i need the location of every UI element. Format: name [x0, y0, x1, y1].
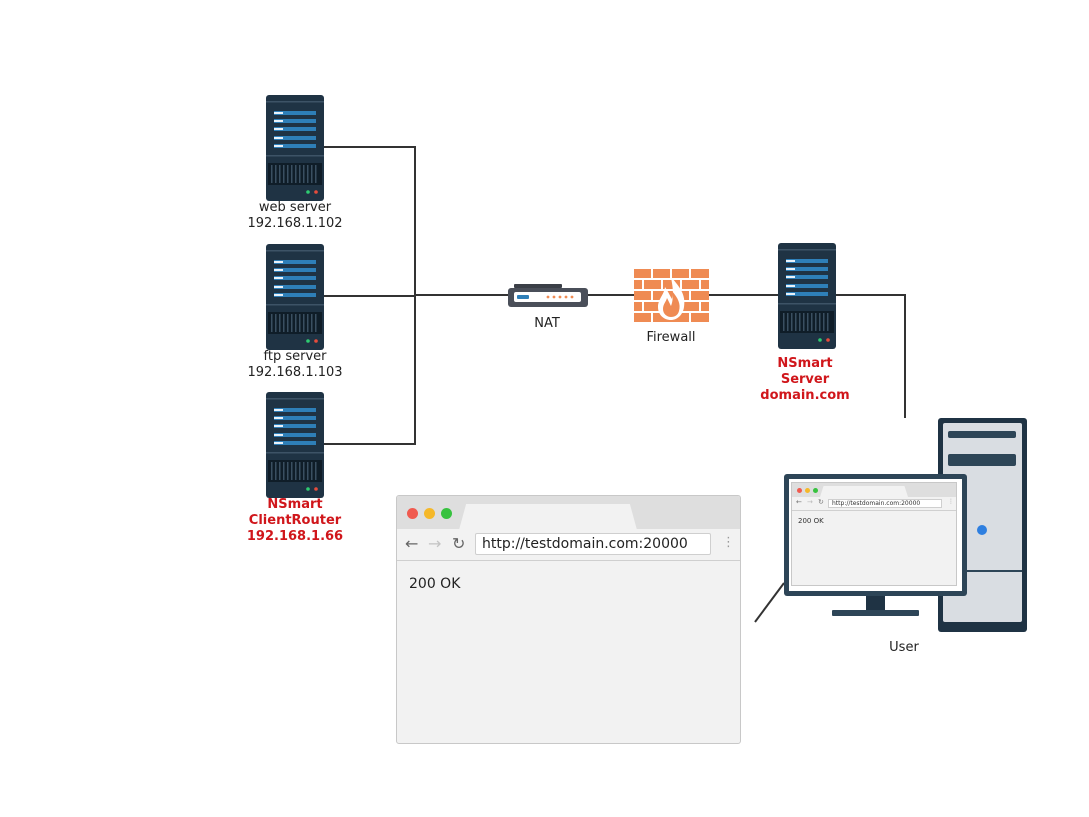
nsmart-server-icon [778, 243, 836, 349]
maximize-dot[interactable] [441, 508, 452, 519]
web-server-icon [266, 95, 324, 201]
web-server-ip: 192.168.1.102 [247, 216, 343, 231]
page-content: 200 OK [409, 576, 461, 592]
forward-icon[interactable]: → [428, 534, 441, 553]
nat-label: NAT [534, 316, 560, 331]
mini-menu-icon: ⋮ [948, 498, 954, 505]
ftp-server-ip: 192.168.1.103 [247, 365, 343, 380]
mini-url-bar: http://testdomain.com:20000 [828, 499, 942, 508]
link-server-out [834, 294, 906, 296]
client-router-icon [266, 392, 324, 498]
link-web-server [323, 146, 416, 148]
firewall-label: Firewall [646, 330, 696, 345]
nsmart-server-label: NSmart Server domain.com [740, 356, 870, 404]
url-bar[interactable]: http://testdomain.com:20000 [475, 533, 711, 555]
browser-titlebar [397, 496, 740, 530]
minimize-dot[interactable] [424, 508, 435, 519]
client-router-line2: ClientRouter [248, 513, 342, 528]
mini-tab [820, 486, 908, 497]
link-ftp-server [323, 295, 416, 297]
reload-icon[interactable]: ↻ [452, 534, 465, 553]
ftp-server-name: ftp server [263, 349, 327, 364]
link-firewall-server [708, 294, 779, 296]
mini-maximize-dot [813, 488, 818, 493]
menu-icon[interactable]: ⋮ [722, 535, 735, 550]
mini-minimize-dot [805, 488, 810, 493]
back-icon[interactable]: ← [405, 534, 418, 553]
ftp-server-icon [266, 244, 324, 350]
browser-window: ← → ↻ http://testdomain.com:20000 ⋮ 200 … [396, 495, 741, 744]
browser-toolbar: ← → ↻ http://testdomain.com:20000 ⋮ [397, 529, 740, 561]
nsmart-server-line1: NSmart [777, 356, 833, 371]
user-label: User [889, 640, 919, 655]
nsmart-server-line2: Server [780, 372, 830, 387]
link-lan-nat [414, 294, 510, 296]
mini-reload-icon: ↻ [818, 498, 824, 506]
web-server-name: web server [258, 200, 332, 215]
client-router-label: NSmart ClientRouter 192.168.1.66 [222, 497, 368, 545]
ftp-server-label: ftp server 192.168.1.103 [232, 349, 358, 381]
client-router-line3: 192.168.1.66 [246, 529, 344, 544]
mini-back-icon: ← [796, 498, 802, 506]
mini-browser-window: ← → ↻ http://testdomain.com:20000 ⋮ 200 … [791, 482, 957, 586]
mini-page-content: 200 OK [798, 517, 824, 525]
mini-titlebar [792, 483, 956, 497]
nat-router-icon [508, 284, 588, 307]
close-dot[interactable] [407, 508, 418, 519]
firewall-icon [634, 269, 709, 322]
link-nat-firewall [586, 294, 636, 296]
web-server-label: web server 192.168.1.102 [232, 200, 358, 232]
link-client-router [323, 443, 416, 445]
browser-tab[interactable] [459, 504, 637, 530]
mini-toolbar: ← → ↻ http://testdomain.com:20000 ⋮ [792, 497, 956, 511]
client-router-line1: NSmart [267, 497, 323, 512]
mini-forward-icon: → [807, 498, 813, 506]
nsmart-server-line3: domain.com [760, 388, 850, 403]
link-server-user [904, 294, 906, 418]
mini-close-dot [797, 488, 802, 493]
